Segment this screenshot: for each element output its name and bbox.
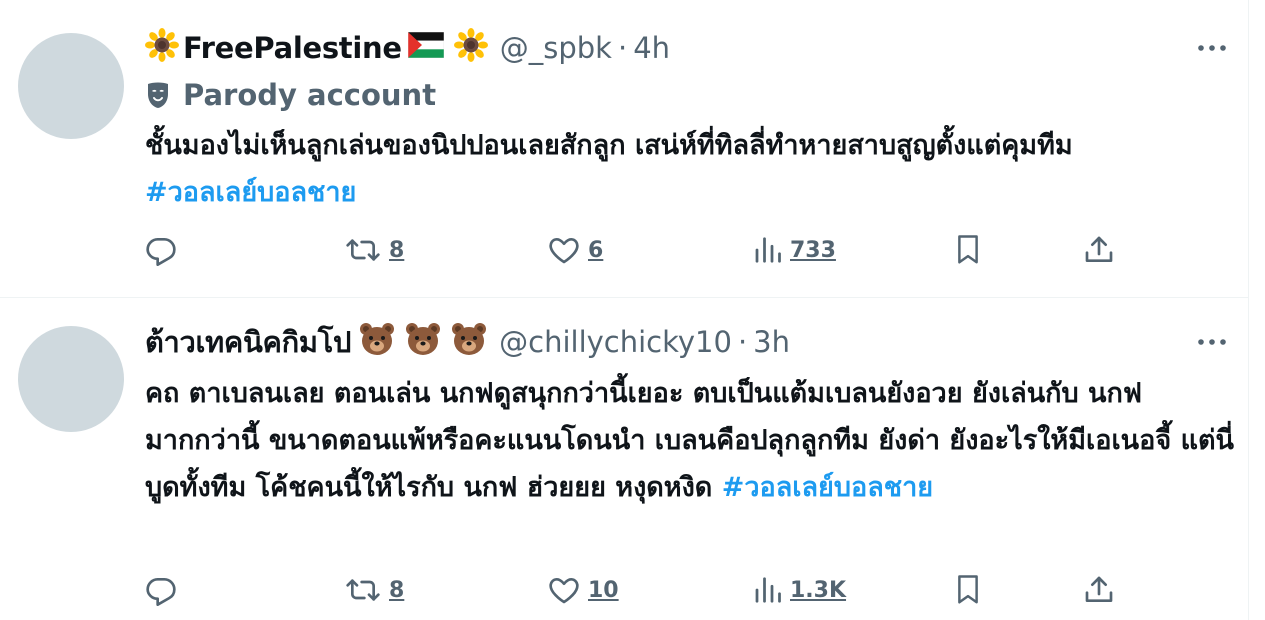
separator-dot: · bbox=[737, 325, 748, 359]
sunflower-emoji bbox=[145, 27, 179, 69]
like-count: 10 bbox=[588, 577, 619, 603]
parody-text: Parody account bbox=[183, 78, 437, 112]
repost-icon bbox=[346, 579, 380, 601]
heart-icon bbox=[549, 238, 579, 264]
share-button[interactable] bbox=[1083, 570, 1115, 610]
separator-dot: · bbox=[617, 31, 628, 65]
bookmark-icon bbox=[958, 575, 978, 604]
views-chart-icon bbox=[755, 577, 781, 603]
more-horizontal-icon[interactable] bbox=[1196, 326, 1228, 358]
like-button[interactable]: 10 bbox=[548, 570, 619, 610]
tweet-actions: 8 6 733 bbox=[145, 230, 1235, 270]
palestine-flag-emoji bbox=[407, 31, 444, 65]
reply-icon bbox=[146, 578, 176, 606]
heart-icon bbox=[549, 578, 579, 604]
like-count: 6 bbox=[588, 237, 604, 263]
views-button[interactable]: 1.3K bbox=[752, 570, 846, 610]
bear-emoji bbox=[359, 322, 395, 363]
bookmark-button[interactable] bbox=[953, 230, 983, 270]
tweet-1[interactable]: FreePalestine @_spbk · 4h Parody account… bbox=[0, 0, 1248, 298]
tweet-body: คถ ตาเบลนเลย ตอนเล่น นกฟดูสนุกกว่านี้เยอ… bbox=[145, 378, 1234, 503]
reply-icon bbox=[146, 238, 176, 266]
more-horizontal-icon[interactable] bbox=[1196, 32, 1228, 64]
repost-icon bbox=[346, 239, 380, 261]
like-button[interactable]: 6 bbox=[548, 230, 603, 270]
repost-button[interactable]: 8 bbox=[345, 230, 404, 270]
share-button[interactable] bbox=[1083, 230, 1115, 270]
avatar[interactable] bbox=[18, 33, 124, 139]
display-name[interactable]: FreePalestine bbox=[183, 31, 402, 65]
hashtag-link[interactable]: #วอลเลย์บอลชาย bbox=[722, 472, 933, 503]
views-count: 1.3K bbox=[790, 577, 847, 603]
handle[interactable]: @_spbk bbox=[500, 31, 612, 65]
bookmark-icon bbox=[958, 235, 978, 264]
bear-emoji bbox=[451, 322, 487, 363]
bookmark-button[interactable] bbox=[953, 570, 983, 610]
tweet-header: ต้าวเทคนิคกิมโป @chillychicky10 · 3h bbox=[145, 322, 790, 362]
repost-button[interactable]: 8 bbox=[345, 570, 404, 610]
tweet-body: ชั้นมองไม่เห็นลูกเล่นของนิปปอนเลยสักลูก … bbox=[145, 130, 1073, 161]
reply-button[interactable] bbox=[145, 570, 177, 610]
handle[interactable]: @chillychicky10 bbox=[499, 325, 732, 359]
timeline-right-border bbox=[1248, 0, 1249, 620]
reply-button[interactable] bbox=[145, 230, 177, 270]
repost-count: 8 bbox=[389, 237, 405, 263]
repost-count: 8 bbox=[389, 577, 405, 603]
timestamp[interactable]: 4h bbox=[633, 31, 670, 65]
tweet-text: ชั้นมองไม่เห็นลูกเล่นของนิปปอนเลยสักลูก … bbox=[145, 122, 1235, 216]
avatar[interactable] bbox=[18, 326, 124, 432]
mask-icon bbox=[148, 82, 168, 108]
tweet-2[interactable]: ต้าวเทคนิคกิมโป @chillychicky10 · 3h คถ … bbox=[0, 298, 1248, 620]
share-icon bbox=[1085, 236, 1113, 262]
views-chart-icon bbox=[755, 237, 781, 263]
share-icon bbox=[1085, 576, 1113, 602]
hashtag-link[interactable]: #วอลเลย์บอลชาย bbox=[145, 177, 356, 208]
display-name[interactable]: ต้าวเทคนิคกิมโป bbox=[145, 319, 351, 365]
bear-emoji bbox=[405, 322, 441, 363]
timestamp[interactable]: 3h bbox=[753, 325, 790, 359]
views-count: 733 bbox=[790, 237, 836, 263]
sunflower-emoji bbox=[453, 27, 488, 69]
tweet-header: FreePalestine @_spbk · 4h bbox=[145, 27, 670, 69]
tweet-actions: 8 10 1.3K bbox=[145, 570, 1235, 610]
parody-label: Parody account bbox=[145, 75, 436, 115]
views-button[interactable]: 733 bbox=[752, 230, 836, 270]
tweet-text: คถ ตาเบลนเลย ตอนเล่น นกฟดูสนุกกว่านี้เยอ… bbox=[145, 370, 1235, 511]
